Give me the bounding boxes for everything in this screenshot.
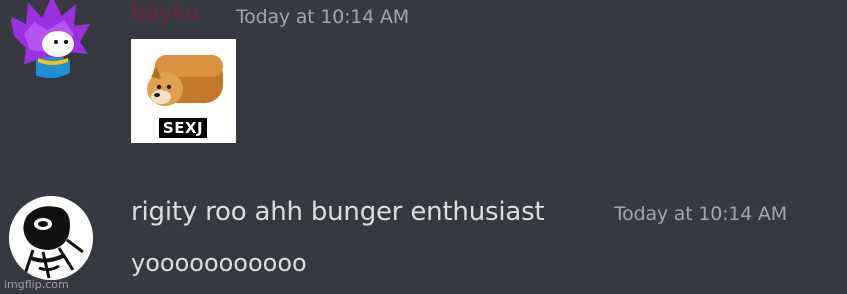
astronaut-character-icon <box>9 196 93 280</box>
avatar[interactable] <box>8 0 92 78</box>
purple-hair-character-icon <box>10 0 90 78</box>
username[interactable]: bayku <box>131 0 200 26</box>
message-content: yooooooooooo <box>131 249 307 277</box>
image-attachment[interactable]: SEXJ <box>131 39 236 143</box>
avatar[interactable] <box>9 196 93 280</box>
timestamp[interactable]: Today at 10:14 AM <box>236 6 409 28</box>
watermark: imgflip.com <box>4 278 69 291</box>
timestamp[interactable]: Today at 10:14 AM <box>614 203 787 225</box>
image-caption: SEXJ <box>159 118 207 138</box>
message-group-bayku: bayku Today at 10:14 AM SEXJ <box>0 0 847 180</box>
username[interactable]: rigity roo ahh bunger enthusiast <box>131 197 545 227</box>
message-group-rigity: rigity roo ahh bunger enthusiast Today a… <box>0 180 847 294</box>
